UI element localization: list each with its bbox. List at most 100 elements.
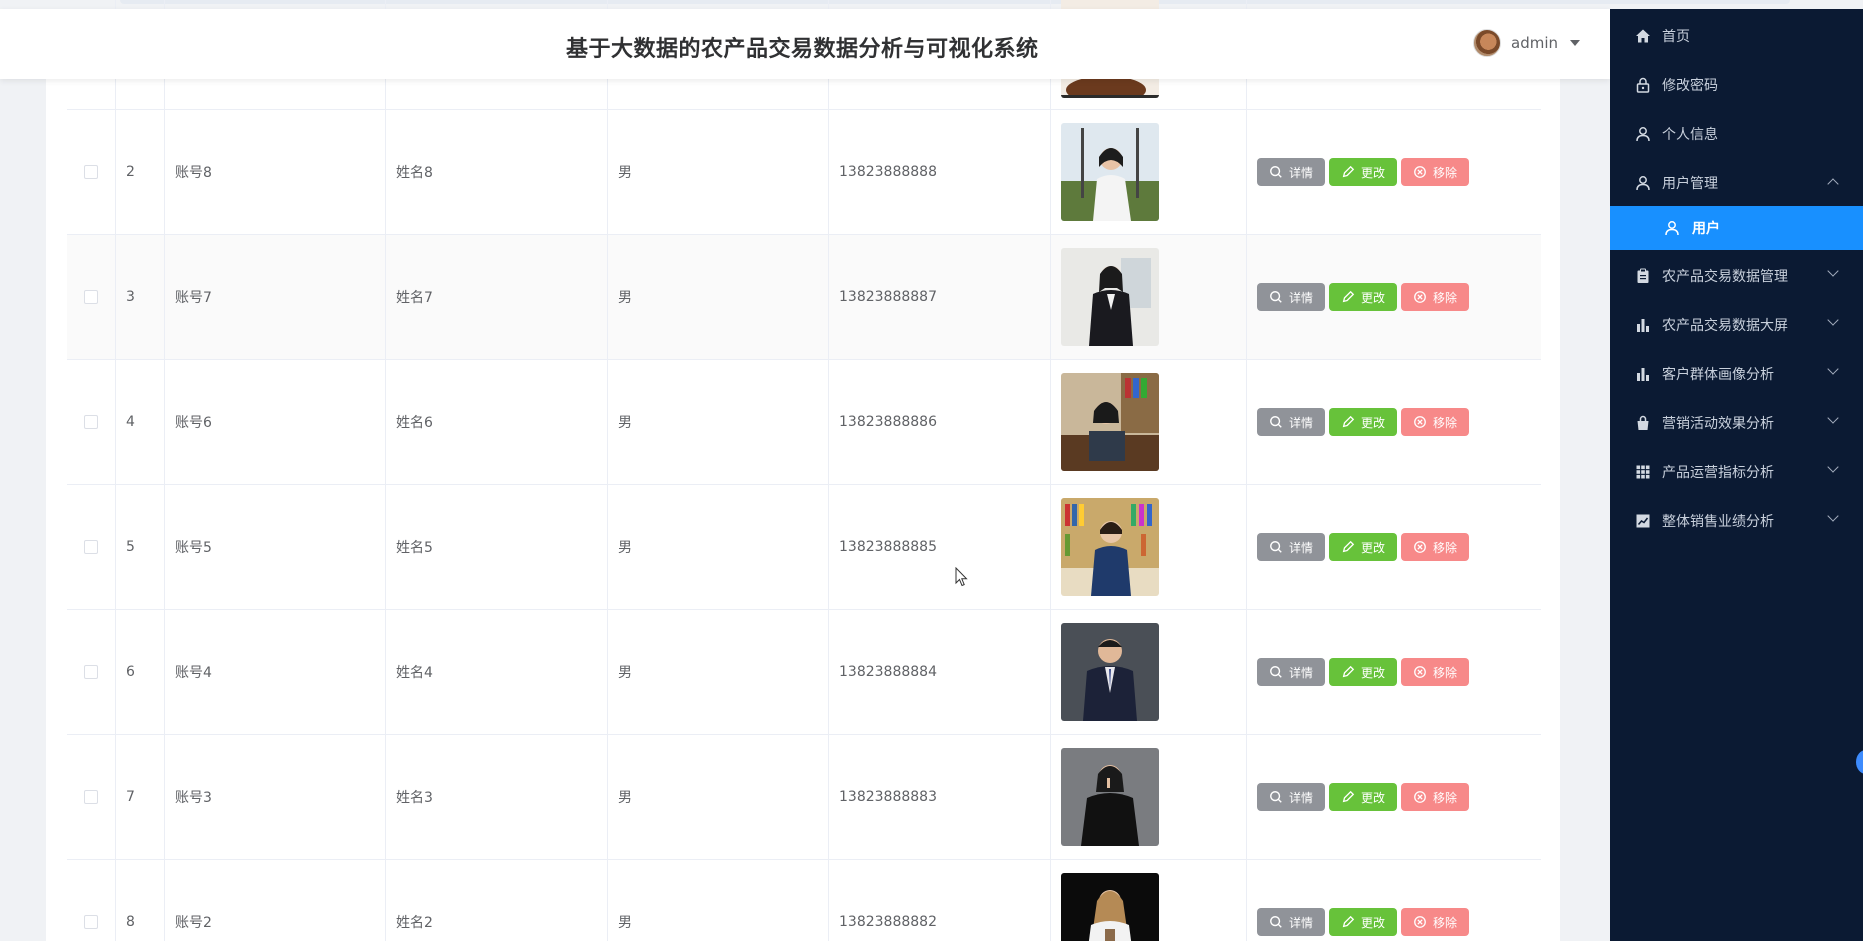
edit-button[interactable]: 更改 [1329,908,1397,936]
sidebar-item-customer-portrait[interactable]: 客户群体画像分析 [1610,350,1863,398]
sidebar-item-marketing-analysis[interactable]: 营销活动效果分析 [1610,399,1863,447]
chevron-up-icon [1827,178,1839,190]
sidebar: 首页 修改密码 个人信息 用户管理 用户 农产品交易数据管理 农产品交易数据大屏… [1610,9,1863,941]
row-name: 姓名2 [386,860,608,941]
pencil-icon [1342,915,1355,928]
row-name: 姓名5 [386,485,608,609]
detail-button[interactable]: 详情 [1257,408,1325,436]
row-name: 姓名6 [386,360,608,484]
chevron-down-icon [1827,363,1839,375]
row-account: 账号3 [165,735,386,859]
close-circle-icon [1414,416,1426,428]
edit-button[interactable]: 更改 [1329,658,1397,686]
row-index: 2 [116,110,165,234]
edit-button[interactable]: 更改 [1329,408,1397,436]
delete-button[interactable]: 移除 [1401,658,1469,686]
user-photo [1061,748,1159,846]
row-index: 8 [116,860,165,941]
bar-chart-icon [1634,316,1652,334]
edit-button[interactable]: 更改 [1329,158,1397,186]
search-icon [1270,666,1282,678]
pencil-icon [1342,665,1355,678]
detail-button[interactable]: 详情 [1257,783,1325,811]
row-gender: 男 [608,235,829,359]
bar-chart-icon [1634,365,1652,383]
caret-down-icon[interactable] [1570,40,1580,46]
user-photo [1061,873,1159,941]
row-index: 6 [116,610,165,734]
search-icon [1270,291,1282,303]
avatar[interactable] [1473,29,1501,57]
user-menu[interactable]: admin [1473,29,1580,57]
delete-button[interactable]: 移除 [1401,283,1469,311]
close-circle-icon [1414,291,1426,303]
close-circle-icon [1414,791,1426,803]
sidebar-item-trade-data-management[interactable]: 农产品交易数据管理 [1610,252,1863,300]
delete-button[interactable]: 移除 [1401,533,1469,561]
search-icon [1270,416,1282,428]
row-checkbox[interactable] [84,165,98,179]
table-row: 4 账号6 姓名6 男 13823888886 详情 更改 移除 [67,360,1541,485]
lock-icon [1634,76,1652,94]
sidebar-item-user-management[interactable]: 用户管理 [1610,159,1863,207]
user-photo [1061,373,1159,471]
row-checkbox[interactable] [84,665,98,679]
edit-button[interactable]: 更改 [1329,783,1397,811]
detail-button[interactable]: 详情 [1257,658,1325,686]
row-phone: 13823888883 [829,735,1051,859]
table-row: 8 账号2 姓名2 男 13823888882 详情 更改 移除 [67,860,1541,941]
chevron-down-icon [1827,314,1839,326]
sidebar-item-profile[interactable]: 个人信息 [1610,110,1863,158]
row-checkbox[interactable] [84,540,98,554]
edit-button[interactable]: 更改 [1329,533,1397,561]
delete-button[interactable]: 移除 [1401,908,1469,936]
sidebar-item-change-password[interactable]: 修改密码 [1610,61,1863,109]
detail-button[interactable]: 详情 [1257,908,1325,936]
row-checkbox[interactable] [84,290,98,304]
user-icon [1663,219,1681,237]
line-chart-icon [1634,512,1652,530]
delete-button[interactable]: 移除 [1401,158,1469,186]
row-index: 3 [116,235,165,359]
content-panel: 2 账号8 姓名8 男 13823888888 详情 更改 移除 3 账号7 姓… [46,0,1560,941]
sidebar-item-trade-dashboard[interactable]: 农产品交易数据大屏 [1610,301,1863,349]
detail-button[interactable]: 详情 [1257,158,1325,186]
detail-button[interactable]: 详情 [1257,283,1325,311]
row-account: 账号7 [165,235,386,359]
user-photo [1061,623,1159,721]
table-row: 5 账号5 姓名5 男 13823888885 详情 更改 移除 [67,485,1541,610]
sidebar-item-product-operations[interactable]: 产品运营指标分析 [1610,448,1863,496]
row-name: 姓名8 [386,110,608,234]
detail-button[interactable]: 详情 [1257,533,1325,561]
clipboard-icon [1634,267,1652,285]
row-checkbox[interactable] [84,790,98,804]
bag-icon [1634,414,1652,432]
sidebar-item-home[interactable]: 首页 [1610,12,1863,60]
pencil-icon [1342,165,1355,178]
row-checkbox[interactable] [84,415,98,429]
chevron-down-icon [1827,265,1839,277]
page-title: 基于大数据的农产品交易数据分析与可视化系统 [566,37,1039,62]
delete-button[interactable]: 移除 [1401,783,1469,811]
pencil-icon [1342,415,1355,428]
row-gender: 男 [608,360,829,484]
row-gender: 男 [608,610,829,734]
user-photo [1061,123,1159,221]
row-index: 5 [116,485,165,609]
row-name: 姓名7 [386,235,608,359]
delete-button[interactable]: 移除 [1401,408,1469,436]
pencil-icon [1342,540,1355,553]
table-row: 7 账号3 姓名3 男 13823888883 详情 更改 移除 [67,735,1541,860]
row-name: 姓名4 [386,610,608,734]
row-gender: 男 [608,485,829,609]
search-icon [1270,791,1282,803]
pencil-icon [1342,790,1355,803]
sidebar-item-users[interactable]: 用户 [1610,206,1863,250]
search-icon [1270,166,1282,178]
row-checkbox[interactable] [84,915,98,929]
row-name: 姓名3 [386,735,608,859]
row-phone: 13823888888 [829,110,1051,234]
sidebar-item-sales-performance[interactable]: 整体销售业绩分析 [1610,497,1863,545]
edit-button[interactable]: 更改 [1329,283,1397,311]
username[interactable]: admin [1511,34,1558,52]
